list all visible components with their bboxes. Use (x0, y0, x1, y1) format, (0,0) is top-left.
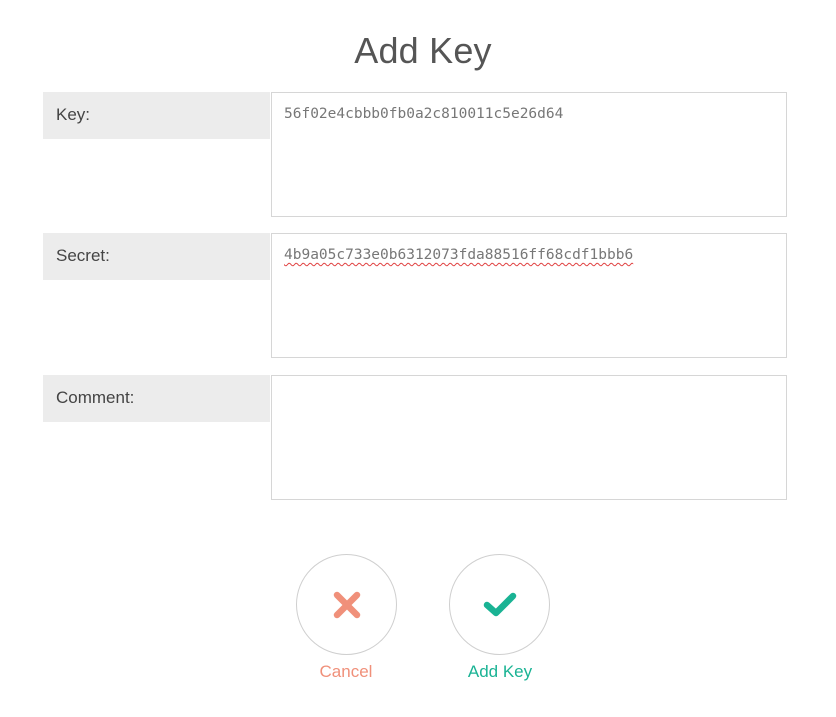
comment-field[interactable] (271, 375, 787, 500)
cancel-label[interactable]: Cancel (286, 662, 406, 682)
add-key-button[interactable] (449, 554, 550, 655)
dialog-title: Add Key (354, 30, 492, 71)
secret-value: 4b9a05c733e0b6312073fda88516ff68cdf1bbb6 (284, 247, 634, 263)
secret-row: Secret: 4b9a05c733e0b6312073fda88516ff68… (43, 233, 787, 358)
key-row: Key: 56f02e4cbbb0fb0a2c810011c5e26d64 (43, 92, 787, 217)
comment-label: Comment: (43, 375, 270, 422)
comment-row: Comment: (43, 375, 787, 500)
key-field[interactable]: 56f02e4cbbb0fb0a2c810011c5e26d64 (271, 92, 787, 217)
add-key-label[interactable]: Add Key (440, 662, 560, 682)
cancel-button[interactable] (296, 554, 397, 655)
secret-field[interactable]: 4b9a05c733e0b6312073fda88516ff68cdf1bbb6 (271, 233, 787, 358)
key-label: Key: (43, 92, 270, 139)
close-icon (333, 591, 360, 618)
checkmark-icon (483, 592, 516, 616)
secret-label: Secret: (43, 233, 270, 280)
